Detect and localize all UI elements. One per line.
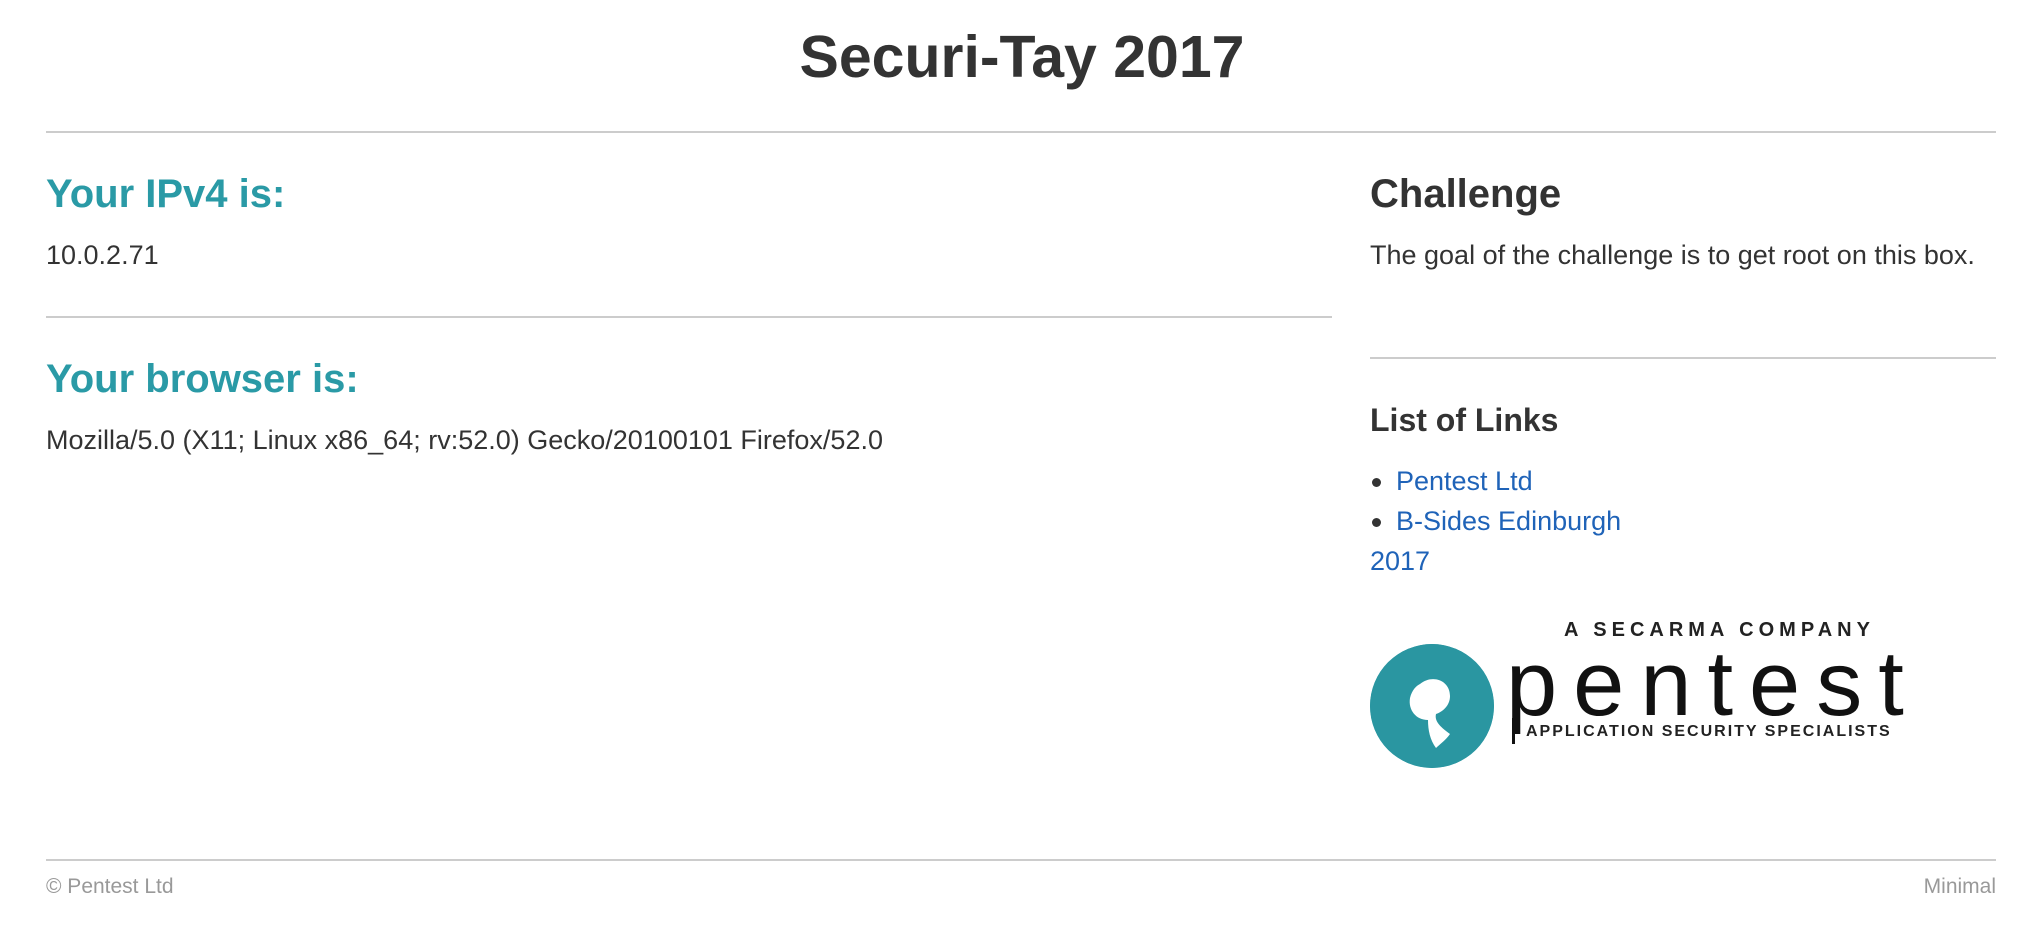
footer-copyright: © Pentest Ltd (46, 875, 174, 898)
challenge-heading: Challenge (1370, 172, 1562, 216)
logo-mark-shape (1370, 644, 1494, 768)
ipv4-value: 10.0.2.71 (46, 240, 159, 270)
challenge-text: The goal of the challenge is to get root… (1370, 240, 1975, 270)
logo-wordmark: pentest (1506, 633, 1920, 735)
main-divider (46, 316, 1332, 318)
link-pentest-ltd[interactable]: Pentest Ltd (1396, 466, 1533, 496)
logo-subtitle-rule (1512, 718, 1515, 744)
pentest-logo: A SECARMA COMPANY pentest APPLICATION SE… (1370, 618, 1904, 768)
logo-mark-icon (1370, 644, 1494, 768)
logo-subtitle: APPLICATION SECURITY SPECIALISTS (1526, 723, 1892, 740)
footer-divider (46, 859, 1996, 861)
list-item: B-Sides Edinburgh 2017 (1370, 501, 1670, 581)
sidebar-divider (1370, 357, 1996, 359)
browser-heading: Your browser is: (46, 357, 359, 401)
link-bsides-edinburgh[interactable]: B-Sides Edinburgh 2017 (1370, 506, 1621, 576)
header-divider (46, 131, 1996, 133)
page: Securi-Tay 2017 Your IPv4 is: 10.0.2.71 … (0, 0, 2044, 946)
page-title: Securi-Tay 2017 (799, 24, 1245, 90)
list-item: Pentest Ltd (1370, 461, 1670, 501)
links-heading: List of Links (1370, 402, 1559, 438)
links-list: Pentest Ltd B-Sides Edinburgh 2017 (1370, 461, 1670, 581)
browser-value: Mozilla/5.0 (X11; Linux x86_64; rv:52.0)… (46, 425, 883, 455)
ipv4-heading: Your IPv4 is: (46, 172, 286, 216)
footer-theme: Minimal (1923, 875, 1996, 898)
